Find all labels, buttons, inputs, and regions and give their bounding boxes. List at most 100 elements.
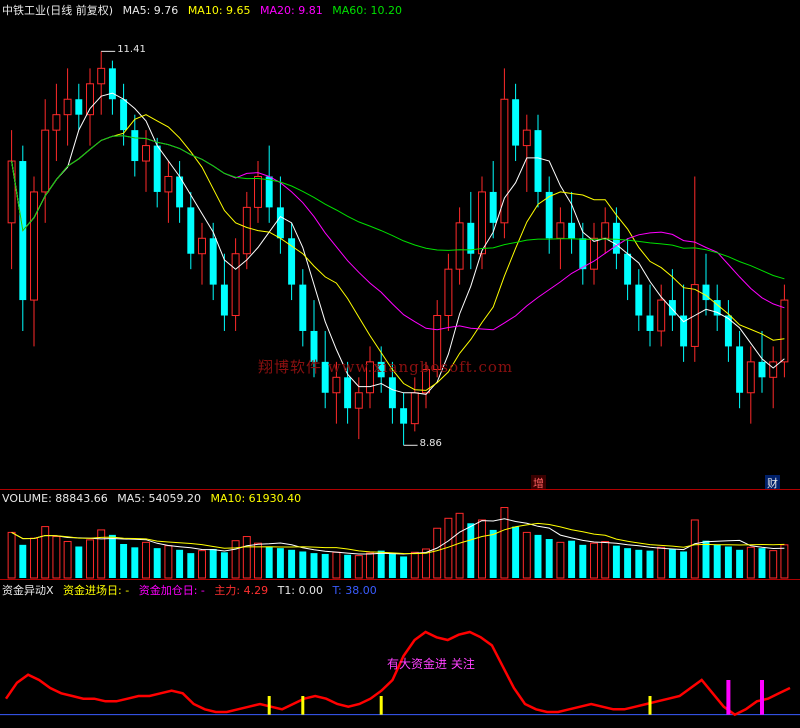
candle-body (209, 238, 217, 285)
volume-bar (534, 534, 542, 578)
volume-bar (75, 546, 83, 578)
volume-bar (657, 546, 666, 579)
candle-body (736, 346, 744, 393)
candle-body (646, 315, 654, 331)
low-price-annotation: 8.86 (419, 438, 442, 450)
volume-bar (377, 550, 385, 578)
candle-body (758, 361, 766, 378)
candle-body (52, 114, 61, 131)
candle-body (75, 99, 83, 115)
volume-bar (601, 541, 610, 579)
candle-body (769, 361, 778, 378)
candle-body (489, 191, 497, 223)
candle-body (568, 222, 576, 239)
volume-bar (299, 551, 307, 578)
candle-body (400, 408, 408, 424)
volume-bar (556, 541, 565, 579)
volume-bar (579, 544, 587, 578)
candlestick-chart[interactable] (0, 0, 800, 490)
volume-bar (41, 526, 50, 579)
candle-body (265, 176, 273, 208)
ma60-line (11, 135, 785, 280)
volume-bar (590, 542, 598, 579)
volume-bar (500, 507, 509, 579)
volume-bar (680, 551, 688, 578)
candle-body (746, 361, 755, 394)
volume-bar (410, 551, 419, 579)
volume-bar (142, 541, 150, 579)
price-chart-panel[interactable]: 中铁工业(日线 前复权) MA5: 9.76 MA10: 9.65 MA20: … (0, 0, 800, 491)
candle-body (657, 299, 666, 332)
candle-body (344, 377, 352, 409)
candle-body (444, 268, 453, 317)
volume-bar (467, 523, 475, 578)
volume-bar (702, 540, 710, 578)
volume-bar (187, 553, 195, 578)
candle-body (534, 130, 542, 192)
volume-bar (332, 551, 341, 579)
volume-bar (242, 536, 251, 579)
volume-bar (736, 549, 744, 578)
volume-bar (612, 545, 620, 578)
volume-bar (400, 556, 408, 578)
volume-bar (176, 549, 184, 578)
volume-bar (120, 544, 128, 578)
volume-bar (108, 534, 116, 578)
entry-marker (301, 696, 305, 715)
candle-body (478, 191, 486, 255)
candle-body (276, 207, 284, 239)
candle-body (86, 83, 94, 116)
volume-bar (209, 548, 217, 578)
volume-bar (522, 531, 531, 579)
big-money-signal: 有大资金进 关注 (387, 657, 475, 671)
volume-bar (769, 550, 778, 579)
candle-body (512, 99, 520, 146)
volume-bar (433, 527, 442, 579)
volume-bar (276, 548, 284, 578)
candle-body (635, 284, 643, 316)
candle-body (545, 191, 553, 239)
entry-marker (267, 696, 271, 715)
volume-bar (724, 546, 732, 578)
candle-body (332, 376, 341, 394)
candle-body (120, 99, 128, 131)
volume-bar (746, 546, 755, 579)
candle-body (556, 222, 565, 239)
volume-bar (489, 529, 497, 578)
volume-bar (265, 546, 273, 578)
add-marker (760, 680, 764, 715)
volume-bars[interactable] (0, 490, 800, 580)
candle-body (7, 160, 16, 224)
indicator-chart[interactable] (0, 580, 800, 728)
volume-bar (30, 537, 38, 579)
candle-body (579, 238, 587, 270)
high-price-annotation: 11.41 (117, 44, 146, 56)
volume-panel[interactable]: VOLUME: 88843.66 MA5: 54059.20 MA10: 619… (0, 490, 800, 580)
candle-body (388, 377, 396, 409)
volume-bar (344, 554, 352, 578)
add-marker (726, 680, 731, 715)
volume-bar (52, 536, 61, 579)
volume-bar (7, 531, 16, 579)
candle-body (153, 145, 161, 192)
volume-bar (86, 539, 94, 579)
candle-body (601, 222, 610, 239)
candle-body (131, 130, 139, 162)
volume-bar (63, 541, 72, 579)
volume-bar (366, 552, 374, 579)
indicator-panel[interactable]: 资金异动X 资金进场日: - 资金加仓日: - 主力: 4.29 T1: 0.0… (0, 580, 800, 728)
candle-body (254, 175, 262, 208)
volume-bar (713, 544, 721, 578)
ma10-line (11, 114, 785, 391)
candle-body (97, 67, 106, 85)
candle-body (522, 129, 531, 147)
candle-body (187, 207, 195, 254)
entry-marker (379, 696, 383, 715)
candle-body (242, 206, 251, 255)
candle-body (612, 222, 620, 254)
volume-bar (478, 519, 486, 579)
volume-ma5-line (11, 518, 785, 555)
volume-bar (388, 553, 396, 578)
candle-body (624, 253, 632, 285)
main-force-line (4, 630, 791, 717)
